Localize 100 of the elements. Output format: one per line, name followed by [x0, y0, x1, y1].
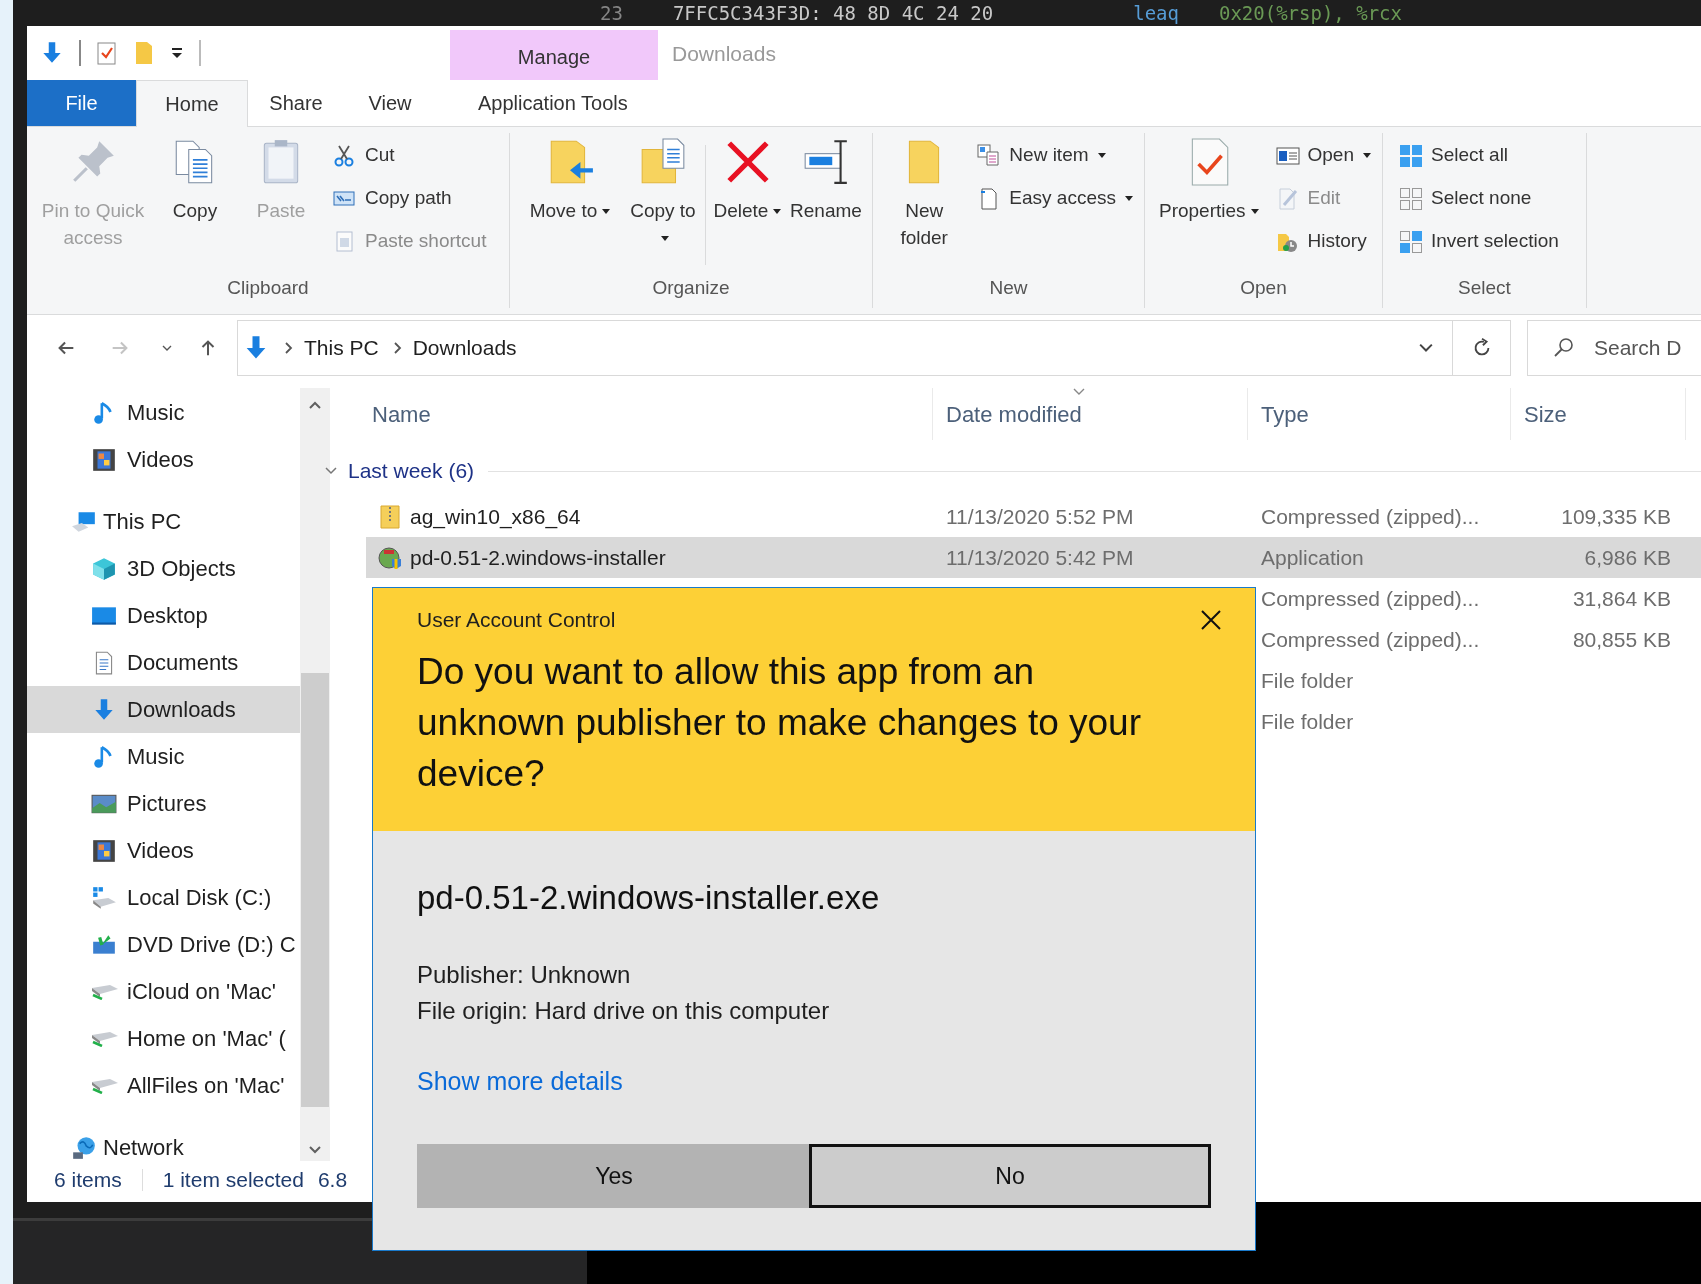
dashed-grid-icon [1399, 186, 1423, 211]
invert-grid-icon [1399, 229, 1423, 254]
ribbon-button[interactable]: Cut [333, 139, 487, 172]
file-name[interactable]: pd-0.51-2.windows-installer [410, 541, 666, 574]
dialog-question: Do you want to allow this app from an unknown publisher to make changes to your device? [417, 649, 1142, 796]
ribbon-button[interactable]: Delete [711, 137, 784, 224]
sort-icon [1073, 388, 1085, 395]
column-header[interactable]: Name [366, 388, 933, 440]
details-link[interactable]: Show more details [417, 1062, 623, 1100]
navigation-item[interactable]: Videos [27, 436, 300, 483]
close-icon [1200, 609, 1222, 631]
file-row[interactable]: pd-0.51-2.windows-installer 11/13/2020 5:42 PM Application 6,986 KB [366, 537, 1701, 578]
dialog-button[interactable]: No [809, 1144, 1211, 1208]
type-cell: Application [1261, 545, 1364, 569]
breadcrumb-item[interactable]: Downloads [412, 331, 517, 364]
navigation-item[interactable]: Local Disk (C:) [27, 874, 300, 921]
ribbon-button[interactable]: Invert selection [1399, 225, 1559, 258]
globe-icon [71, 1134, 97, 1161]
ribbon-button[interactable]: Move to [520, 137, 621, 224]
file-tab[interactable]: File [27, 80, 136, 126]
navigation-item[interactable]: 3D Objects [27, 545, 300, 592]
ribbon-button[interactable]: Rename [789, 137, 862, 224]
ribbon-tab[interactable]: Home [136, 80, 248, 127]
scroll-up-icon[interactable] [308, 400, 322, 410]
navigation-item[interactable]: Videos [27, 827, 300, 874]
file-name: pd-0.51-2.windows-installer.exe [417, 878, 881, 918]
file-origin-text: File origin: Hard drive on this computer [417, 995, 831, 1026]
ribbon-button[interactable]: Easy access [977, 182, 1134, 215]
navigation-item[interactable]: Documents [27, 639, 300, 686]
dialog-button[interactable]: Yes [417, 1144, 811, 1208]
group-label: Clipboard [226, 276, 310, 300]
address-bytes: 7FFC5C343F3D: 48 8D 4C 24 20 [672, 2, 994, 24]
size-cell: 109,335 KB [1561, 504, 1671, 528]
search-placeholder: Search D [1594, 334, 1682, 361]
column-header[interactable]: Type [1248, 388, 1511, 440]
dialog-title: User Account Control [417, 607, 617, 633]
operands: 0x20(%rsp), %rcx [1218, 2, 1402, 24]
size-cell: 6,986 KB [1584, 545, 1671, 569]
ribbon-tab[interactable]: Share [248, 80, 344, 126]
chevron-right-icon [392, 340, 403, 355]
ribbon-button[interactable]: Properties [1155, 137, 1264, 224]
navigation-item[interactable]: iCloud on 'Mac' [27, 968, 300, 1015]
ribbon-tab[interactable]: Application Tools [460, 80, 646, 126]
navigation-item[interactable]: Pictures [27, 780, 300, 827]
search-field[interactable]: Search D [1527, 319, 1701, 376]
navigation-item[interactable]: Music [27, 389, 300, 436]
scrollbar-thumb[interactable] [301, 673, 329, 1107]
ribbon-button[interactable]: Copy [155, 137, 235, 224]
date-cell: 11/13/2020 5:52 PM [946, 504, 1134, 528]
network-drive-icon [91, 983, 119, 1000]
group-label: Select [1457, 276, 1512, 300]
new-item-icon [977, 143, 1002, 168]
instruction: leaq [1133, 2, 1179, 24]
column-header[interactable]: Date modified [933, 388, 1248, 440]
ribbon-button[interactable]: Copy path [333, 182, 487, 215]
size-cell: 80,855 KB [1572, 627, 1671, 651]
line-number: 23 [600, 2, 623, 24]
ribbon-button[interactable]: Select none [1399, 182, 1559, 215]
breadcrumb-item[interactable]: This PC [304, 331, 379, 364]
size-cell: 31,864 KB [1572, 586, 1671, 610]
navigation-item[interactable]: Downloads [27, 686, 300, 733]
ribbon-tab[interactable]: View [344, 80, 436, 126]
grid-icon [1399, 143, 1423, 168]
type-cell: Compressed (zipped)... [1261, 627, 1480, 651]
drive-icon [91, 884, 117, 911]
installer-icon [378, 545, 402, 570]
file-row[interactable]: ag_win10_x86_64 11/13/2020 5:52 PM Compressed (zipped)... 109,335 KB [366, 496, 1701, 537]
scroll-down-icon[interactable] [308, 1145, 322, 1155]
group-header[interactable]: Last week (6) [324, 455, 475, 487]
network-drive-icon [91, 1030, 119, 1047]
navigation-item[interactable]: DVD Drive (D:) C [27, 921, 300, 968]
navigation-item[interactable]: AllFiles on 'Mac' [27, 1062, 300, 1109]
column-header[interactable]: Size [1511, 388, 1686, 440]
ribbon-button[interactable]: History [1275, 225, 1372, 258]
ribbon-button[interactable]: New folder [883, 137, 966, 251]
network-drive-icon [91, 1077, 119, 1094]
context-tab-header: Manage [450, 30, 658, 80]
navigation-item[interactable]: Desktop [27, 592, 300, 639]
zip-folder-icon [378, 504, 402, 529]
scrollbar[interactable] [300, 388, 330, 1161]
ribbon-button[interactable]: Open [1275, 139, 1372, 172]
ribbon-button[interactable]: Copy to [626, 137, 699, 251]
type-cell: Compressed (zipped)... [1261, 586, 1480, 610]
window-title: Downloads [672, 41, 776, 67]
file-name[interactable]: ag_win10_x86_64 [410, 500, 581, 533]
chevron-right-icon [284, 340, 294, 355]
address-bar[interactable]: This PC Downloads [237, 319, 1453, 376]
film-icon [91, 446, 117, 473]
navigation-item[interactable]: This PC [27, 498, 300, 545]
cube-icon [91, 555, 117, 582]
ribbon-button[interactable]: Select all [1399, 139, 1559, 172]
checklist-icon[interactable] [95, 40, 119, 66]
refresh-button[interactable] [1453, 319, 1511, 376]
navigation-item[interactable]: Music [27, 733, 300, 780]
film-icon [91, 837, 117, 864]
customize-icon[interactable] [169, 45, 185, 61]
selection-size: 6.8 [317, 1167, 348, 1194]
date-cell: 11/13/2020 5:42 PM [946, 545, 1134, 569]
navigation-item[interactable]: Home on 'Mac' ( [27, 1015, 300, 1062]
ribbon-button[interactable]: New item [977, 139, 1134, 172]
